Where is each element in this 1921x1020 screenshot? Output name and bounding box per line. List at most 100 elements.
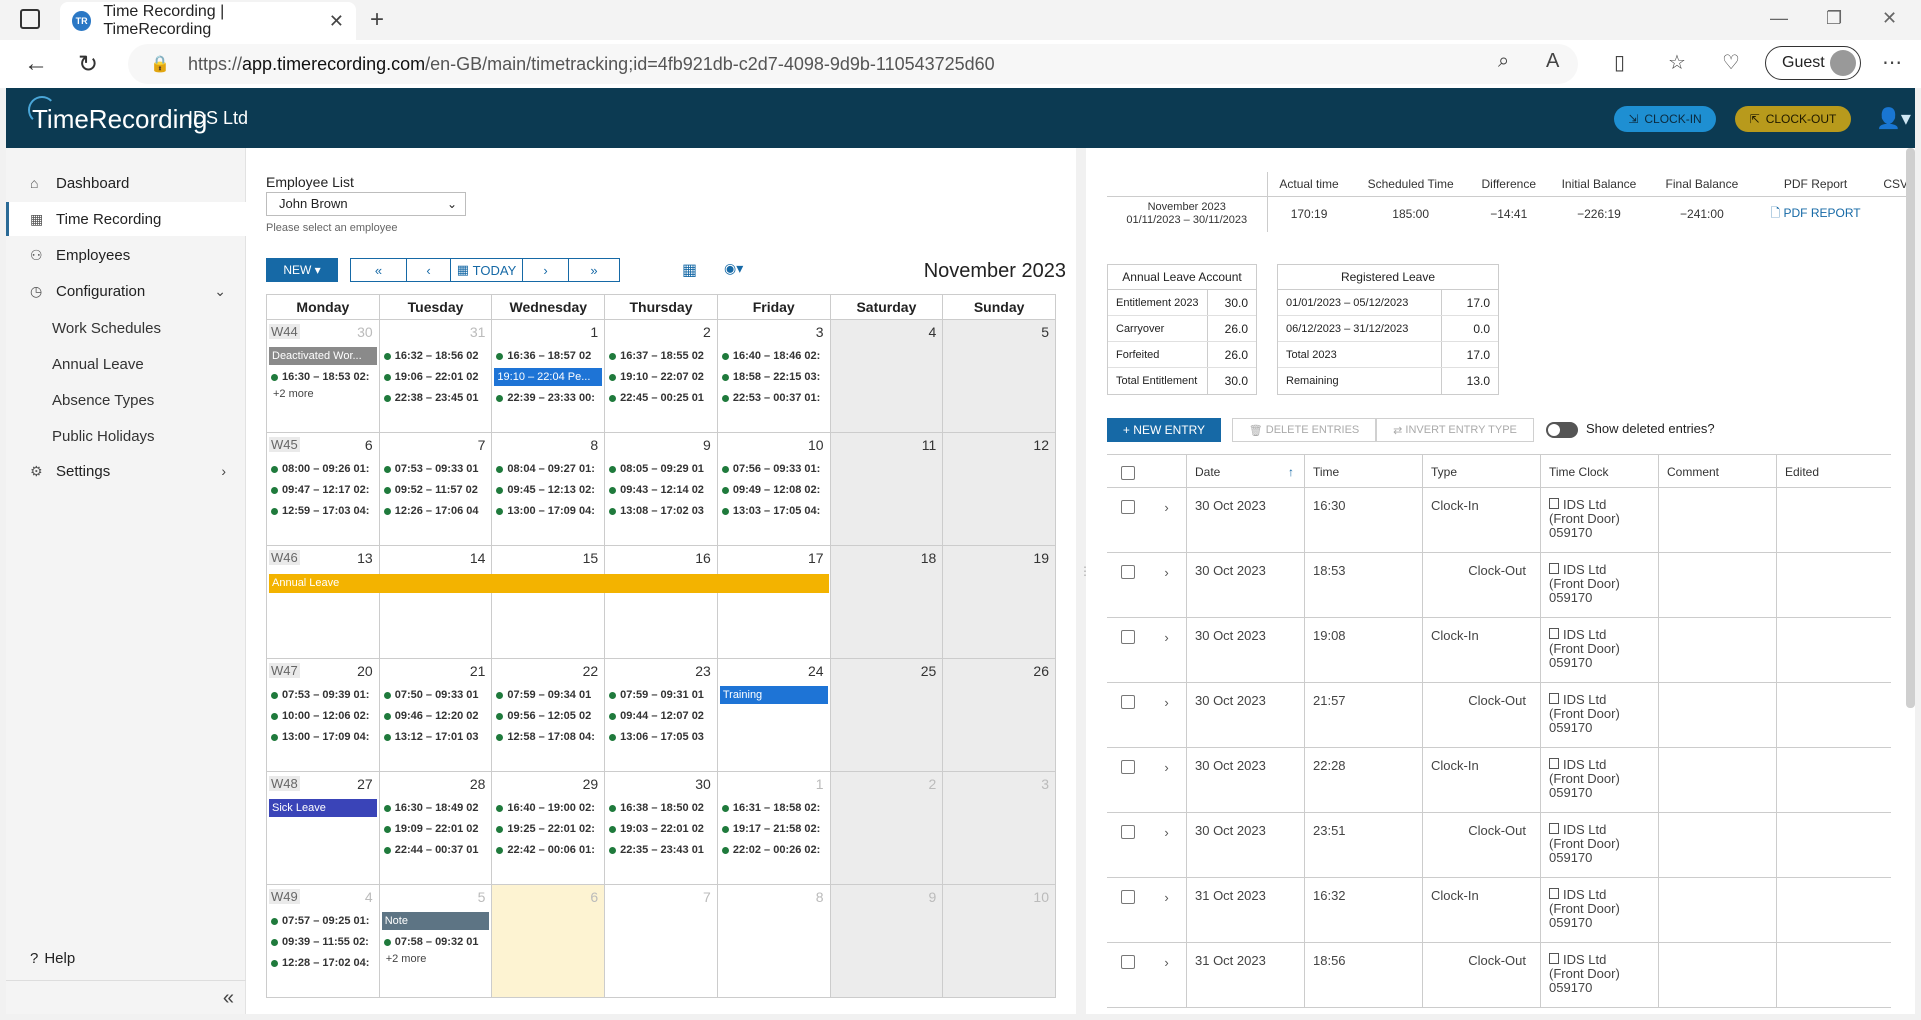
calendar-selected-entry[interactable]: 19:10 – 22:04 Pe...: [494, 368, 603, 386]
new-tab-icon[interactable]: +: [370, 6, 384, 34]
calendar-day-cell[interactable]: 3: [943, 772, 1056, 885]
calendar-day-cell[interactable]: 8: [717, 885, 831, 998]
table-row[interactable]: › 31 Oct 2023 16:32 Clock-In IDS Ltd (Front D…: [1107, 878, 1891, 943]
calendar-day-cell[interactable]: 9 08:05 – 09:29 01 09:43 – 12:14 02 13:08 –…: [605, 433, 718, 546]
invert-entry-type-button[interactable]: ⇄ INVERT ENTRY TYPE: [1376, 418, 1534, 442]
new-entry-button[interactable]: + NEW ENTRY: [1107, 418, 1221, 442]
row-checkbox[interactable]: [1121, 695, 1135, 709]
calendar-day-cell[interactable]: 8 08:04 – 09:27 01: 09:45 – 12:13 02: 13:00…: [492, 433, 606, 546]
time-entry[interactable]: 07:58 – 09:32 01: [382, 932, 490, 953]
sidebar-item-public-holidays[interactable]: Public Holidays: [52, 428, 155, 445]
time-entry[interactable]: 18:58 – 22:15 03:: [720, 367, 828, 388]
calendar-day-cell[interactable]: 4: [830, 320, 944, 433]
calendar-day-cell[interactable]: 9: [830, 885, 944, 998]
more-link[interactable]: +2 more: [382, 953, 490, 965]
calendar-day-cell[interactable]: 10: [943, 885, 1056, 998]
time-entry[interactable]: 19:25 – 22:01 02:: [494, 819, 602, 840]
close-window-icon[interactable]: ✕: [1882, 8, 1897, 29]
calendar-event-chip[interactable]: Sick Leave: [269, 799, 377, 817]
today-button[interactable]: ▦ TODAY: [451, 259, 523, 281]
time-entry[interactable]: 07:57 – 09:25 01:: [269, 911, 377, 932]
next-button[interactable]: ›: [523, 259, 569, 281]
calendar-day-cell[interactable]: W44 30 Deactivated Wor... 16:30 – 18:53 02:…: [267, 320, 380, 433]
calendar-day-cell[interactable]: 10 07:56 – 09:33 01: 09:49 – 12:08 02: 13:0…: [717, 433, 831, 546]
column-header-edited[interactable]: Edited: [1777, 455, 1891, 487]
calendar-day-cell[interactable]: 2 16:37 – 18:55 02 19:10 – 22:07 02 22:45 –…: [605, 320, 718, 433]
row-checkbox[interactable]: [1121, 630, 1135, 644]
expand-row-icon[interactable]: ›: [1147, 748, 1187, 812]
column-header-date[interactable]: Date ↑: [1187, 455, 1305, 487]
favorites-icon[interactable]: ☆: [1668, 50, 1686, 75]
calendar-day-cell[interactable]: 7: [605, 885, 718, 998]
time-entry[interactable]: 16:38 – 18:50 02: [607, 798, 715, 819]
row-checkbox[interactable]: [1121, 890, 1135, 904]
calendar-day-cell[interactable]: 14: [379, 546, 493, 659]
calendar-day-cell[interactable]: 5: [943, 320, 1056, 433]
split-screen-icon[interactable]: ▯: [1614, 50, 1625, 75]
sidebar-item-annual-leave[interactable]: Annual Leave: [52, 356, 144, 373]
calendar-day-cell[interactable]: 29 16:40 – 19:00 02: 19:25 – 22:01 02: 22:4…: [492, 772, 606, 885]
delete-entries-button[interactable]: 🗑 DELETE ENTRIES: [1232, 418, 1376, 442]
expand-row-icon[interactable]: ›: [1147, 683, 1187, 747]
calendar-day-cell[interactable]: 3 16:40 – 18:46 02: 18:58 – 22:15 03: 22:53…: [717, 320, 831, 433]
time-entry[interactable]: 19:06 – 22:01 02: [382, 367, 490, 388]
calendar-day-cell[interactable]: 12: [943, 433, 1056, 546]
sidebar-item-dashboard[interactable]: ⌂ Dashboard: [6, 166, 246, 200]
next-fast-button[interactable]: »: [569, 259, 619, 281]
view-options-icon[interactable]: ◉▾: [724, 260, 743, 277]
new-button[interactable]: NEW ▾: [266, 258, 338, 282]
table-row[interactable]: › 30 Oct 2023 18:53 Clock-Out IDS Ltd (Front …: [1107, 553, 1891, 618]
expand-row-icon[interactable]: ›: [1147, 878, 1187, 942]
calendar-day-cell[interactable]: 22 07:59 – 09:34 01 09:56 – 12:05 02 12:58 …: [492, 659, 606, 772]
column-header-time[interactable]: Time: [1305, 455, 1423, 487]
time-entry[interactable]: 16:31 – 18:58 02:: [720, 798, 828, 819]
row-checkbox[interactable]: [1121, 760, 1135, 774]
clock-in-button[interactable]: ⇲ CLOCK-IN: [1614, 106, 1716, 132]
time-entry[interactable]: 16:40 – 19:00 02:: [494, 798, 602, 819]
expand-row-icon[interactable]: ›: [1147, 618, 1187, 682]
table-row[interactable]: › 30 Oct 2023 23:51 Clock-Out IDS Ltd (Front …: [1107, 813, 1891, 878]
calendar-day-cell[interactable]: 25: [830, 659, 944, 772]
row-checkbox[interactable]: [1121, 500, 1135, 514]
time-entry[interactable]: 07:50 – 09:33 01: [382, 685, 490, 706]
calendar-day-cell[interactable]: 31 16:32 – 18:56 02 19:06 – 22:01 02 22:38 …: [379, 320, 493, 433]
calendar-day-cell[interactable]: 5 Note 07:58 – 09:32 01 +2 more: [379, 885, 493, 998]
calendar-day-cell[interactable]: W47 20 07:53 – 09:39 01: 10:00 – 12:06 02: 1…: [267, 659, 380, 772]
time-entry[interactable]: 08:04 – 09:27 01:: [494, 459, 602, 480]
sidebar-item-configuration[interactable]: ◷ Configuration ⌄: [6, 274, 246, 308]
restore-icon[interactable]: ❐: [1826, 8, 1842, 29]
time-entry[interactable]: 12:58 – 17:08 04:: [494, 727, 602, 748]
time-entry[interactable]: 09:39 – 11:55 02:: [269, 932, 377, 953]
time-entry[interactable]: 09:43 – 12:14 02: [607, 480, 715, 501]
time-entry[interactable]: 10:00 – 12:06 02:: [269, 706, 377, 727]
sidebar-item-absence-types[interactable]: Absence Types: [52, 392, 154, 409]
calendar-day-cell[interactable]: 18: [830, 546, 944, 659]
time-entry[interactable]: 13:08 – 17:02 03: [607, 501, 715, 522]
time-entry[interactable]: 22:53 – 00:37 01:: [720, 388, 828, 409]
clock-out-button[interactable]: ⇱ CLOCK-OUT: [1735, 106, 1851, 132]
calendar-day-cell[interactable]: 28 16:30 – 18:49 02 19:09 – 22:01 02 22:44 …: [379, 772, 493, 885]
collapse-sidebar-icon[interactable]: «: [6, 980, 246, 1014]
calendar-day-cell[interactable]: 30 16:38 – 18:50 02 19:03 – 22:01 02 22:35 …: [605, 772, 718, 885]
time-entry[interactable]: 22:45 – 00:25 01: [607, 388, 715, 409]
time-entry[interactable]: 08:00 – 09:26 01:: [269, 459, 377, 480]
calendar-day-cell[interactable]: 2: [830, 772, 944, 885]
time-entry[interactable]: 16:37 – 18:55 02: [607, 346, 715, 367]
time-entry[interactable]: 19:03 – 22:01 02: [607, 819, 715, 840]
time-entry[interactable]: 16:32 – 18:56 02: [382, 346, 490, 367]
minimize-icon[interactable]: —: [1770, 8, 1788, 29]
user-menu-icon[interactable]: 👤▾: [1876, 106, 1911, 131]
calendar-day-cell[interactable]: 16: [605, 546, 718, 659]
table-row[interactable]: › 30 Oct 2023 19:08 Clock-In IDS Ltd (Front D…: [1107, 618, 1891, 683]
calendar-day-cell[interactable]: W49 4 07:57 – 09:25 01: 09:39 – 11:55 02: 12…: [267, 885, 380, 998]
scrollbar[interactable]: [1906, 148, 1915, 708]
time-entry[interactable]: 07:53 – 09:33 01: [382, 459, 490, 480]
close-tab-icon[interactable]: ✕: [329, 11, 344, 32]
sidebar-item-work-schedules[interactable]: Work Schedules: [52, 320, 161, 337]
more-link[interactable]: +2 more: [269, 388, 377, 400]
sidebar-item-time-recording[interactable]: ▦ Time Recording: [6, 202, 246, 236]
time-entry[interactable]: 22:39 – 23:33 00:: [494, 388, 602, 409]
calendar-day-cell[interactable]: 24 Training: [717, 659, 831, 772]
time-entry[interactable]: 09:44 – 12:07 02: [607, 706, 715, 727]
time-entry[interactable]: 12:28 – 17:02 04:: [269, 953, 377, 974]
